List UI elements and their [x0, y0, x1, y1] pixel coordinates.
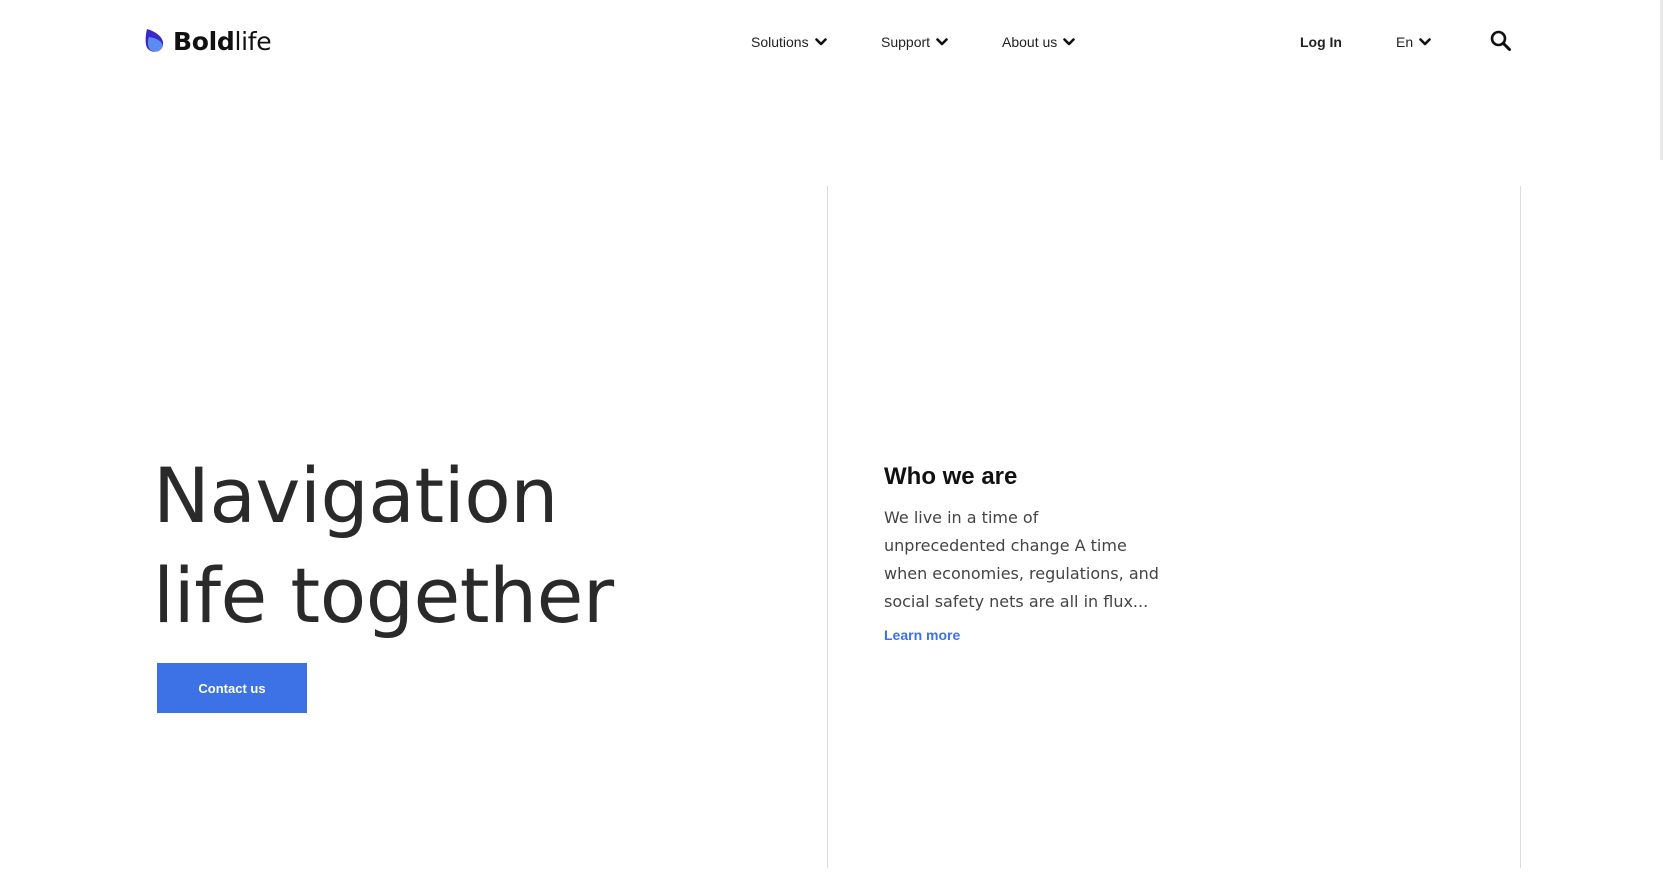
hero-title-line-1: Navigation — [153, 451, 558, 540]
hero-title: Navigation life together — [153, 446, 614, 646]
hero-title-line-2: life together — [153, 551, 614, 640]
site-header: Boldlife Solutions Support About us Log … — [0, 0, 1663, 82]
brand-name-bold: Bold — [173, 26, 235, 56]
brand-name: Boldlife — [173, 26, 272, 56]
language-selector[interactable]: En — [1396, 30, 1431, 54]
about-body-text: We live in a time of unprecedented chang… — [884, 508, 1159, 611]
nav-item-label: About us — [1002, 34, 1058, 50]
about-heading: Who we are — [884, 463, 1018, 490]
section-divider-right — [1520, 186, 1521, 868]
chevron-down-icon — [936, 38, 948, 46]
nav-item-support[interactable]: Support — [881, 30, 948, 54]
search-icon — [1490, 30, 1511, 51]
nav-item-solutions[interactable]: Solutions — [751, 30, 827, 54]
chevron-down-icon — [1419, 38, 1431, 46]
search-button[interactable] — [1489, 29, 1513, 53]
nav-item-about-us[interactable]: About us — [1002, 30, 1076, 54]
brand-leaf-icon — [145, 29, 164, 52]
brand-logo[interactable]: Boldlife — [143, 24, 272, 58]
language-label: En — [1396, 34, 1414, 50]
brand-name-light: life — [234, 26, 272, 56]
chevron-down-icon — [814, 38, 827, 46]
section-divider-left — [827, 186, 828, 868]
contact-us-button[interactable]: Contact us — [157, 663, 307, 713]
nav-item-label: Solutions — [751, 34, 809, 50]
chevron-down-icon — [1063, 38, 1076, 46]
nav-item-label: Support — [881, 34, 931, 50]
login-link[interactable]: Log In — [1300, 30, 1342, 54]
learn-more-link[interactable]: Learn more — [884, 627, 960, 643]
